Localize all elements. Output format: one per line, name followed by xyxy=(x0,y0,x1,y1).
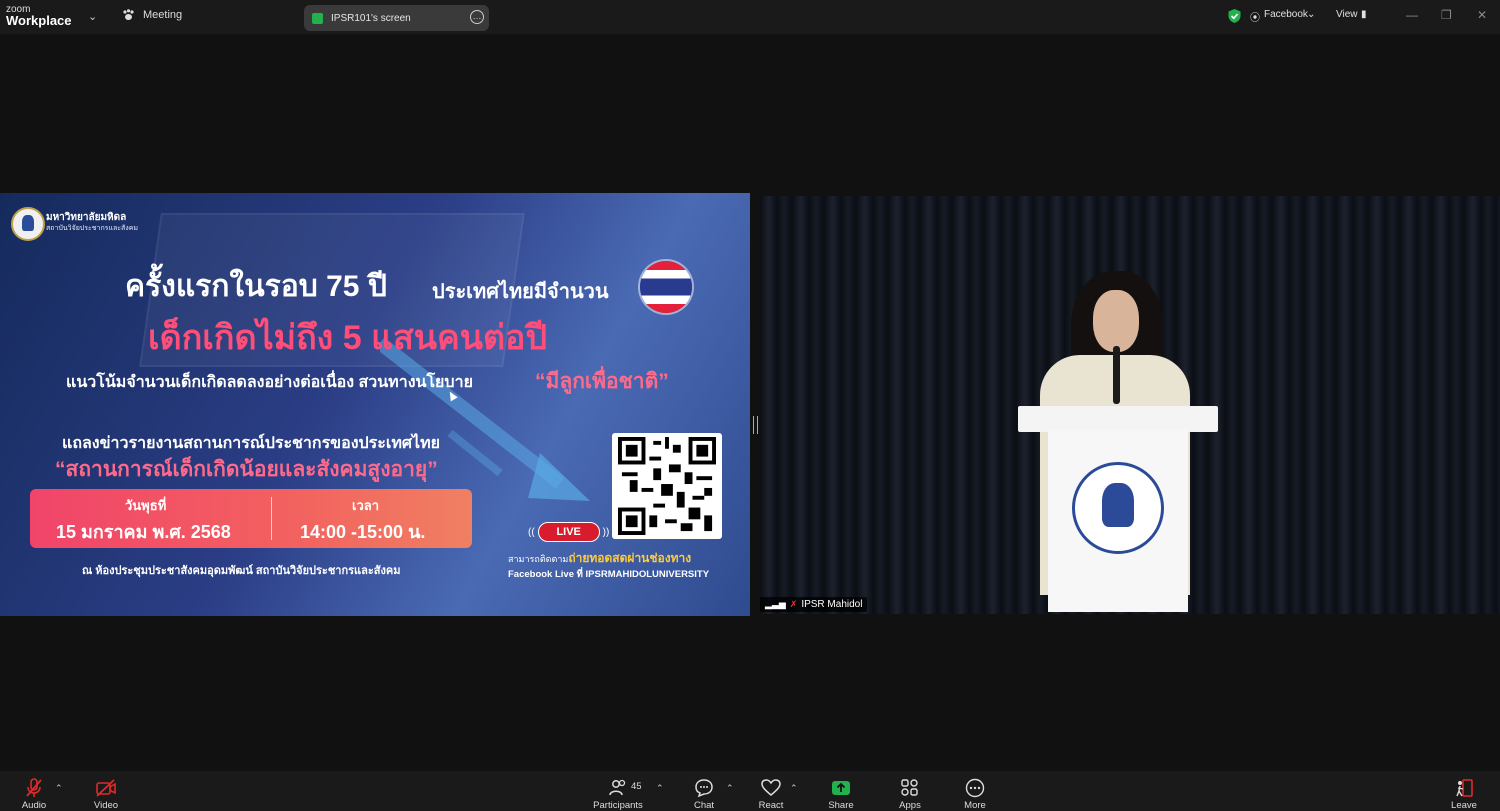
subheadline: แนวโน้มจำนวนเด็กเกิดลดลงอย่างต่อเนื่อง ส… xyxy=(66,374,473,391)
shared-screen-slide: มหาวิทยาลัยมหิดล สถาบันวิจัยประชากรและสั… xyxy=(0,193,750,616)
live-wave-left-icon: (( xyxy=(528,526,535,538)
follow-text: สามารถติดตามถ่ายทอดสดผ่านช่องทาง xyxy=(508,549,691,568)
live-badge: (( LIVE )) xyxy=(528,522,609,542)
audio-label: Audio xyxy=(21,800,47,811)
participants-count: 45 xyxy=(631,781,642,792)
share-status-icon xyxy=(312,12,323,24)
chat-label: Chat xyxy=(693,800,715,811)
subheadline-quote: “มีลูกเพื่อชาติ” xyxy=(535,370,669,393)
apps-icon xyxy=(901,779,918,796)
share-screen-button[interactable]: Share xyxy=(811,771,871,811)
chat-button[interactable]: Chat xyxy=(674,771,734,811)
participant-name: IPSR Mahidol xyxy=(801,599,863,610)
more-button[interactable]: More xyxy=(945,771,1005,811)
share-screen-icon xyxy=(832,781,850,795)
minimize-icon[interactable]: — xyxy=(1406,8,1418,22)
follow-highlight: ถ่ายทอดสดผ่านช่องทาง xyxy=(568,551,692,565)
meeting-toolbar: Audio ⌃ Video Participants 45 ⌃ Chat ⌃ R… xyxy=(0,771,1500,811)
leave-door-icon xyxy=(1456,779,1473,797)
video-button[interactable]: Video xyxy=(76,771,136,811)
meeting-label: Meeting xyxy=(143,9,183,21)
restore-icon[interactable]: ❐ xyxy=(1441,8,1452,22)
more-icon xyxy=(965,778,985,798)
qr-code-pattern xyxy=(618,437,716,535)
live-wave-right-icon: )) xyxy=(602,526,610,538)
share-label: Share xyxy=(828,800,854,811)
leave-button[interactable]: Leave xyxy=(1434,771,1494,811)
podium-top xyxy=(1018,406,1218,432)
follow-prefix: สามารถติดตาม xyxy=(508,554,569,564)
meeting-menu[interactable]: Meeting xyxy=(122,9,182,21)
facebook-stream-label[interactable]: Facebook xyxy=(1264,9,1308,20)
headline-part1: ครั้งแรกในรอบ 75 ปี xyxy=(125,270,387,303)
chat-chevron-icon[interactable]: ⌃ xyxy=(726,783,734,794)
panel-resize-handle[interactable] xyxy=(753,416,758,434)
heart-icon xyxy=(761,779,781,796)
time-label: เวลา xyxy=(352,498,380,513)
chat-bubble-icon xyxy=(695,779,713,798)
zoom-logo: zoom Workplace xyxy=(6,4,72,28)
signal-bars-icon: ▂▃▅ xyxy=(765,599,786,609)
headline-part2: ประเทศไทยมีจำนวน xyxy=(432,281,609,303)
press-title: “สถานการณ์เด็กเกิดน้อยและสังคมสูงอายุ” xyxy=(55,458,438,481)
microphone-prop xyxy=(1113,346,1120,404)
participants-label: Participants xyxy=(593,800,643,811)
react-chevron-icon[interactable]: ⌃ xyxy=(790,783,798,794)
apps-button[interactable]: Apps xyxy=(880,771,940,811)
react-label: React xyxy=(758,800,784,811)
mahidol-logo xyxy=(11,207,45,241)
live-label: LIVE xyxy=(537,522,600,542)
share-indicator-pill[interactable]: IPSR101's screen … xyxy=(304,5,489,31)
chevron-down-icon[interactable]: ⌄ xyxy=(1307,9,1315,20)
shield-check-icon[interactable] xyxy=(1228,9,1241,23)
video-label: Video xyxy=(93,800,119,811)
mic-muted-icon: ✗ xyxy=(789,599,798,609)
apps-label: Apps xyxy=(899,800,921,811)
date-value: 15 มกราคม พ.ศ. 2568 xyxy=(56,522,231,542)
mic-muted-icon xyxy=(26,778,42,797)
close-icon[interactable]: ✕ xyxy=(1477,8,1487,22)
more-options-icon[interactable]: … xyxy=(470,10,484,24)
org-subtitle: สถาบันวิจัยประชากรและสังคม xyxy=(46,225,138,232)
view-menu-label[interactable]: View xyxy=(1336,9,1358,20)
thai-flag-icon xyxy=(640,261,692,313)
audio-options-chevron-icon[interactable]: ⌃ xyxy=(55,783,63,794)
brand-bottom: Workplace xyxy=(6,13,72,28)
speaker-face xyxy=(1093,290,1139,352)
qr-code xyxy=(612,433,722,539)
university-seal-icon xyxy=(1072,462,1164,554)
time-value: 14:00 -15:00 น. xyxy=(300,522,426,542)
participants-icon xyxy=(609,779,626,796)
headline-main: เด็กเกิดไม่ถึง 5 แสนคนต่อปี xyxy=(148,319,548,357)
date-time-banner: วันพุธที่ 15 มกราคม พ.ศ. 2568 เวลา 14:00… xyxy=(30,489,472,548)
leave-label: Leave xyxy=(1451,800,1477,811)
share-pill-label: IPSR101's screen xyxy=(331,12,411,24)
paw-icon xyxy=(123,9,134,20)
view-layout-icon[interactable]: ▮ xyxy=(1361,9,1367,20)
facebook-live-line: Facebook Live ที่ IPSRMAHIDOLUNIVERSITY xyxy=(508,569,710,580)
top-bar: zoom Workplace ⌄ Meeting IPSR101's scree… xyxy=(0,0,1500,34)
more-label: More xyxy=(964,800,986,811)
participants-chevron-icon[interactable]: ⌃ xyxy=(656,783,664,794)
venue-text: ณ ห้องประชุมประชาสังคมอุดมพัฒน์ สถาบันวิ… xyxy=(82,565,401,577)
participant-name-tag: ▂▃▅ ✗ IPSR Mahidol xyxy=(760,597,868,612)
date-label: วันพุธที่ xyxy=(125,498,167,513)
chevron-down-icon[interactable]: ⌄ xyxy=(88,10,97,23)
banner-divider xyxy=(271,497,272,540)
video-off-icon xyxy=(96,779,116,797)
broadcast-icon: ⦿ xyxy=(1250,13,1260,24)
